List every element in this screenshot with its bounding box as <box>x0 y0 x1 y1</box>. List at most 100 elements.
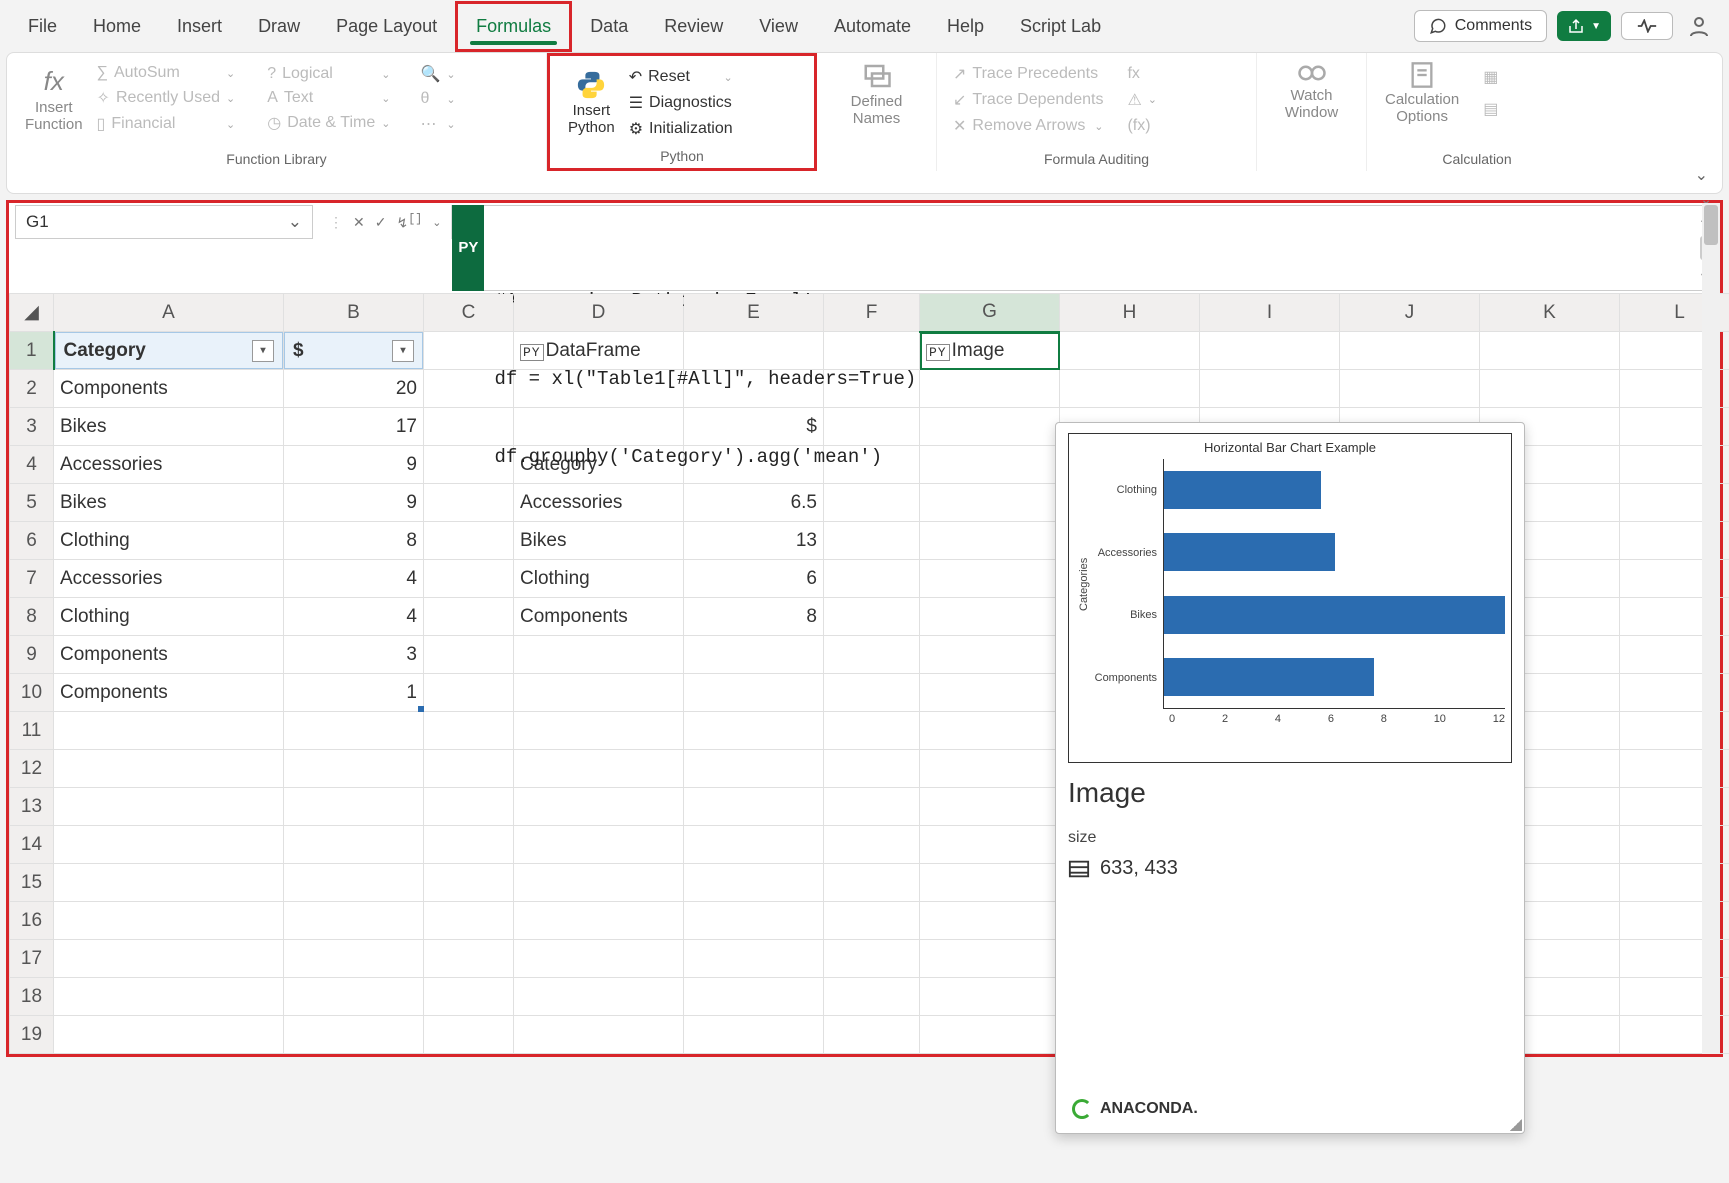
cell-A17[interactable] <box>54 940 284 978</box>
cell-B2[interactable]: 20 <box>284 370 424 408</box>
cell-A4[interactable]: Accessories <box>54 446 284 484</box>
cell-B16[interactable] <box>284 902 424 940</box>
cell-F10[interactable] <box>824 674 920 712</box>
cell-A1[interactable]: Category▾ <box>54 332 284 370</box>
math-icon[interactable]: θ ⌄ <box>414 87 461 111</box>
cell-G10[interactable] <box>920 674 1060 712</box>
cell-C16[interactable] <box>424 902 514 940</box>
cell-E12[interactable] <box>684 750 824 788</box>
cell-G19[interactable] <box>920 1016 1060 1054</box>
col-header-E[interactable]: E <box>684 294 824 332</box>
row-header[interactable]: 12 <box>10 750 54 788</box>
initialization-button[interactable]: ⚙Initialization <box>623 116 739 142</box>
autosum-button[interactable]: ∑AutoSum⌄ <box>91 61 242 85</box>
cell-A11[interactable] <box>54 712 284 750</box>
cell-C18[interactable] <box>424 978 514 1016</box>
cell-D13[interactable] <box>514 788 684 826</box>
cell-F9[interactable] <box>824 636 920 674</box>
col-header-H[interactable]: H <box>1060 294 1200 332</box>
cell-B12[interactable] <box>284 750 424 788</box>
cell-F16[interactable] <box>824 902 920 940</box>
cell-G18[interactable] <box>920 978 1060 1016</box>
cell-E16[interactable] <box>684 902 824 940</box>
cell-C7[interactable] <box>424 560 514 598</box>
cell-B5[interactable]: 9 <box>284 484 424 522</box>
tab-home[interactable]: Home <box>75 4 159 49</box>
enter-icon[interactable]: ✓ <box>375 214 387 231</box>
tab-data[interactable]: Data <box>572 4 646 49</box>
share-button[interactable]: ▼ <box>1557 11 1611 41</box>
cell-A6[interactable]: Clothing <box>54 522 284 560</box>
reset-button[interactable]: ↶Reset⌄ <box>623 64 739 90</box>
cell-F17[interactable] <box>824 940 920 978</box>
chevron-down-icon[interactable]: ⌄ <box>288 212 302 232</box>
cell-C13[interactable] <box>424 788 514 826</box>
row-header[interactable]: 8 <box>10 598 54 636</box>
cell-B17[interactable] <box>284 940 424 978</box>
cell-F8[interactable] <box>824 598 920 636</box>
comments-button[interactable]: Comments <box>1414 10 1547 42</box>
cell-C11[interactable] <box>424 712 514 750</box>
row-header[interactable]: 14 <box>10 826 54 864</box>
recently-used-button[interactable]: ✧Recently Used⌄ <box>91 85 242 111</box>
cell-E14[interactable] <box>684 826 824 864</box>
tab-page-layout[interactable]: Page Layout <box>318 4 455 49</box>
cell-G13[interactable] <box>920 788 1060 826</box>
tab-review[interactable]: Review <box>646 4 741 49</box>
cell-C17[interactable] <box>424 940 514 978</box>
calculation-options-button[interactable]: Calculation Options <box>1377 61 1467 125</box>
cell-G17[interactable] <box>920 940 1060 978</box>
cell-A3[interactable]: Bikes <box>54 408 284 446</box>
cell-B1[interactable]: $▾ <box>284 332 424 370</box>
cell-B7[interactable]: 4 <box>284 560 424 598</box>
cell-D8[interactable]: Components <box>514 598 684 636</box>
cell-B11[interactable] <box>284 712 424 750</box>
cell-F12[interactable] <box>824 750 920 788</box>
row-header[interactable]: 4 <box>10 446 54 484</box>
show-formulas-icon[interactable]: fx <box>1121 62 1163 86</box>
tab-script-lab[interactable]: Script Lab <box>1002 4 1119 49</box>
cell-A19[interactable] <box>54 1016 284 1054</box>
row-header[interactable]: 1 <box>10 332 54 370</box>
tab-view[interactable]: View <box>741 4 816 49</box>
col-header-D[interactable]: D <box>514 294 684 332</box>
remove-arrows-button[interactable]: ✕Remove Arrows⌄ <box>947 113 1109 139</box>
cell-A14[interactable] <box>54 826 284 864</box>
py-toggle-icon[interactable]: ↯[] <box>396 212 422 233</box>
cell-G12[interactable] <box>920 750 1060 788</box>
calc-now-icon[interactable]: ▦ <box>1477 64 1504 90</box>
cell-B4[interactable]: 9 <box>284 446 424 484</box>
col-header-I[interactable]: I <box>1200 294 1340 332</box>
tab-draw[interactable]: Draw <box>240 4 318 49</box>
row-header[interactable]: 6 <box>10 522 54 560</box>
cell-B19[interactable] <box>284 1016 424 1054</box>
cell-F14[interactable] <box>824 826 920 864</box>
cell-D11[interactable] <box>514 712 684 750</box>
account-icon[interactable] <box>1687 14 1711 38</box>
cell-A13[interactable] <box>54 788 284 826</box>
ribbon-collapse-button[interactable]: ⌄ <box>1695 165 1708 185</box>
cell-B14[interactable] <box>284 826 424 864</box>
cell-E15[interactable] <box>684 864 824 902</box>
row-header[interactable]: 16 <box>10 902 54 940</box>
cell-B9[interactable]: 3 <box>284 636 424 674</box>
evaluate-icon[interactable]: (fx) <box>1121 114 1163 138</box>
cell-F7[interactable] <box>824 560 920 598</box>
col-header-B[interactable]: B <box>284 294 424 332</box>
cell-B18[interactable] <box>284 978 424 1016</box>
cell-D16[interactable] <box>514 902 684 940</box>
lookup-icon[interactable]: 🔍 ⌄ <box>414 61 461 87</box>
resize-handle[interactable] <box>1510 1119 1522 1131</box>
cell-E8[interactable]: 8 <box>684 598 824 636</box>
cell-C8[interactable] <box>424 598 514 636</box>
row-header[interactable]: 15 <box>10 864 54 902</box>
financial-button[interactable]: ▯Financial⌄ <box>91 111 242 137</box>
cell-D12[interactable] <box>514 750 684 788</box>
filter-button[interactable]: ▾ <box>392 340 414 362</box>
defined-names-button[interactable]: Defined Names <box>827 61 926 127</box>
tab-insert[interactable]: Insert <box>159 4 240 49</box>
cell-D7[interactable]: Clothing <box>514 560 684 598</box>
cell-G16[interactable] <box>920 902 1060 940</box>
fill-handle[interactable] <box>418 706 424 712</box>
formula-bar[interactable]: ⌄ #Announcing Python in Excel! df = xl("… <box>484 205 1714 291</box>
